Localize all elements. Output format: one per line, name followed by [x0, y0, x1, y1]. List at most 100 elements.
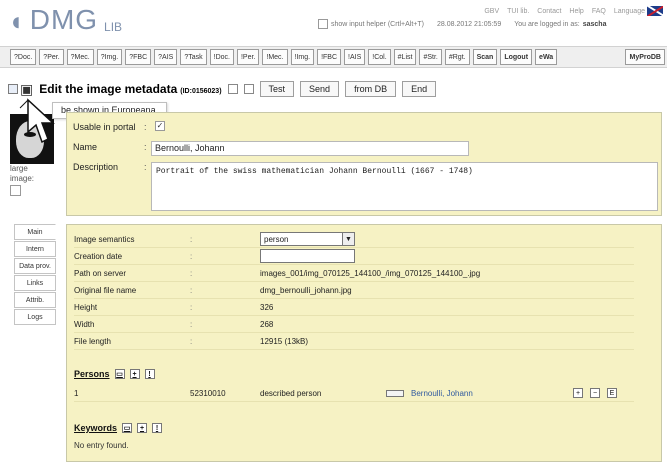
details-row-semantics: Image semantics: person ▼	[74, 231, 634, 248]
title-mini-button-1[interactable]	[227, 84, 238, 94]
large-image-option: large image:	[10, 164, 34, 196]
tab-main[interactable]: Main	[14, 224, 56, 240]
file-length-label: File length	[74, 336, 111, 346]
description-textarea[interactable]: Portrait of the swiss mathematician Joha…	[151, 162, 658, 211]
record-tabs: Main Intern Data prov. Links Attrib. Log…	[14, 224, 56, 326]
person-id: 52310010	[190, 389, 226, 398]
logged-in-label: You are logged in as:	[514, 20, 580, 28]
details-row-file-length: File length: 12915 (13kB)	[74, 333, 634, 350]
nav-scan[interactable]: Scan	[472, 49, 498, 65]
input-helper-toggle[interactable]: show input helper (Crtl+Alt+T) 28.08.201…	[318, 19, 606, 29]
tab-links[interactable]: Links	[14, 275, 56, 291]
nav-search-ais[interactable]: ?AIS	[154, 49, 178, 65]
image-semantics-select[interactable]: person ▼	[260, 232, 355, 246]
persons-collapse-icon[interactable]: ▭	[114, 369, 125, 379]
person-row: 1 52310010 described person Bernoulli, J…	[74, 385, 634, 402]
image-semantics-value: person	[264, 234, 289, 244]
path-separator: :	[190, 268, 193, 278]
image-label: image:	[10, 174, 35, 183]
person-remove-icon[interactable]: −	[590, 388, 600, 398]
test-button[interactable]: Test	[259, 81, 295, 97]
nav-search-persons[interactable]: ?Per.	[39, 49, 64, 65]
from-db-button[interactable]: from DB	[345, 81, 397, 97]
image-icon	[8, 84, 18, 94]
width-label: Width	[74, 319, 95, 329]
large-image-label: large	[10, 164, 28, 173]
path-label: Path on server	[74, 268, 127, 278]
width-value: 268	[260, 319, 274, 329]
person-edit-icon[interactable]: E	[607, 388, 617, 398]
details-row-creation-date: Creation date:	[74, 248, 634, 265]
tab-data-provider[interactable]: Data prov.	[14, 258, 56, 274]
nav-search-documents[interactable]: ?Doc.	[10, 49, 37, 65]
nav-new-collection[interactable]: !Col.	[368, 49, 391, 65]
end-button[interactable]: End	[402, 81, 437, 97]
top-link-gbv[interactable]: GBV	[484, 6, 499, 16]
keywords-collapse-icon[interactable]: ▭	[122, 423, 133, 433]
persons-import-icon[interactable]: !	[144, 369, 155, 379]
nav-search-images[interactable]: ?Img.	[96, 49, 123, 65]
language-selector[interactable]: Language	[614, 6, 663, 16]
height-value: 326	[260, 302, 274, 312]
details-row-width: Width: 268	[74, 316, 634, 333]
usable-separator: :	[144, 122, 147, 132]
creation-date-input[interactable]	[260, 249, 355, 263]
keywords-import-icon[interactable]: !	[152, 423, 163, 433]
tab-intern[interactable]: Intern	[14, 241, 56, 257]
page-title-text: Edit the image metadata	[39, 82, 178, 96]
creation-date-label: Creation date	[74, 251, 123, 261]
person-name-link[interactable]: Bernoulli, Johann	[411, 389, 473, 398]
nav-new-person[interactable]: !Per.	[236, 49, 260, 65]
nav-new-fbc[interactable]: !FBC	[317, 49, 342, 65]
nav-new-image[interactable]: !Img.	[290, 49, 315, 65]
language-label: Language	[613, 7, 645, 15]
nav-ewa[interactable]: eWa	[535, 49, 558, 65]
top-link-tui[interactable]: TUI lib.	[507, 6, 529, 16]
nav-new-mechanism[interactable]: !Mec.	[262, 49, 288, 65]
nav-new-document[interactable]: !Doc.	[209, 49, 234, 65]
current-datetime: 28.08.2012 21:05:59	[436, 20, 502, 28]
usable-checkbox[interactable]: ✓	[155, 121, 165, 131]
width-separator: :	[190, 319, 193, 329]
header: ◖ DMG LIB GBV TUI lib. Contact Help FAQ …	[0, 0, 667, 44]
title-icons: ▣	[8, 81, 33, 98]
record-id: (ID:0156023)	[180, 88, 222, 95]
keywords-add-icon[interactable]: +	[137, 423, 148, 433]
image-semantics-label: Image semantics	[74, 234, 135, 244]
page-icon: ▣	[20, 80, 34, 97]
tab-logs[interactable]: Logs	[14, 309, 56, 325]
top-links: GBV TUI lib. Contact Help FAQ Language	[484, 6, 663, 16]
top-link-help[interactable]: Help	[569, 6, 583, 16]
logo-lib-text: LIB	[104, 20, 123, 34]
tab-attributes[interactable]: Attrib.	[14, 292, 56, 308]
nav-rights[interactable]: #Rgt.	[444, 49, 470, 65]
keywords-empty-message: No entry found.	[74, 441, 129, 450]
name-input[interactable]: Bernoulli, Johann	[151, 141, 469, 156]
description-label: Description	[73, 162, 119, 172]
nav-myprodb[interactable]: MyProDB	[625, 49, 665, 65]
input-helper-checkbox[interactable]	[318, 19, 328, 29]
nav-new-ais[interactable]: !AIS	[344, 49, 366, 65]
top-link-contact[interactable]: Contact	[537, 6, 561, 16]
uk-flag-icon	[647, 6, 663, 16]
nav-search-mechanisms[interactable]: ?Mec.	[66, 49, 94, 65]
send-button[interactable]: Send	[300, 81, 340, 97]
person-add-icon[interactable]: +	[573, 388, 583, 398]
logo-mark-icon: ◖	[8, 6, 24, 36]
nav-structure[interactable]: #Str.	[419, 49, 442, 65]
large-image-checkbox[interactable]	[10, 185, 21, 196]
username: sascha	[582, 20, 607, 28]
nav-list[interactable]: #List	[393, 49, 417, 65]
chevron-down-icon: ▼	[342, 233, 354, 245]
nav-logout[interactable]: Logout	[500, 49, 533, 65]
filename-value: dmg_bernoulli_johann.jpg	[260, 285, 352, 295]
nav-search-task[interactable]: ?Task	[180, 49, 207, 65]
persons-add-icon[interactable]: +	[129, 369, 140, 379]
top-link-faq[interactable]: FAQ	[592, 6, 606, 16]
file-length-value: 12915 (13kB)	[260, 336, 309, 346]
keywords-title[interactable]: Keywords	[74, 423, 117, 433]
title-mini-button-2[interactable]	[243, 84, 254, 94]
file-length-separator: :	[190, 336, 193, 346]
nav-search-fbc[interactable]: ?FBC	[125, 49, 152, 65]
persons-title[interactable]: Persons	[74, 369, 110, 379]
